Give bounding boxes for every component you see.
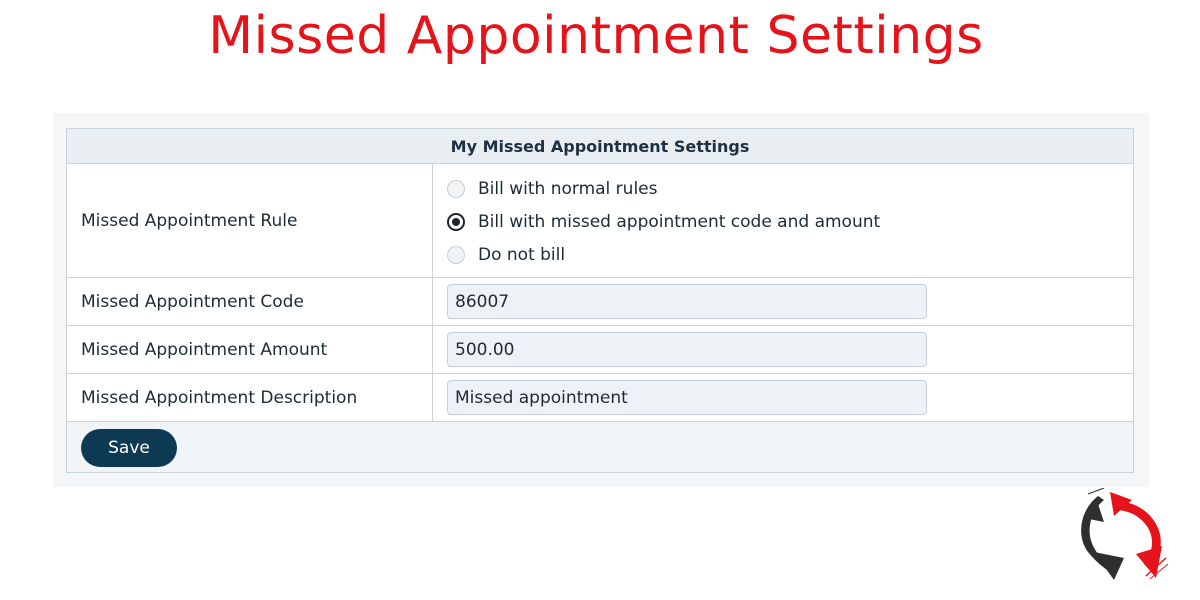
radio-group: Bill with normal rules Bill with missed …	[447, 176, 1133, 266]
code-label: Missed Appointment Code	[66, 277, 433, 326]
description-cell	[432, 373, 1134, 422]
amount-cell	[432, 325, 1134, 374]
settings-header: My Missed Appointment Settings	[66, 128, 1134, 164]
table-footer-row: Save	[66, 421, 1134, 473]
footer-cell: Save	[66, 421, 1134, 473]
radio-label-do-not-bill: Do not bill	[478, 244, 566, 265]
radio-button-do-not-bill[interactable]	[447, 245, 465, 264]
amount-label: Missed Appointment Amount	[66, 325, 433, 374]
description-label: Missed Appointment Description	[66, 373, 433, 422]
radio-button-normal-rules[interactable]	[447, 179, 465, 198]
table-row: Missed Appointment Amount	[66, 325, 1134, 374]
radio-label-normal-rules: Bill with normal rules	[478, 178, 658, 199]
rule-radio-group: Bill with normal rules Bill with missed …	[432, 163, 1134, 278]
logo-speed-line	[1087, 488, 1105, 495]
amount-input[interactable]	[447, 332, 927, 367]
logo-dark-arrowhead-bottom	[1094, 552, 1124, 580]
settings-table: My Missed Appointment Settings Missed Ap…	[66, 128, 1134, 473]
table-row: Missed Appointment Rule Bill with normal…	[66, 163, 1134, 278]
table-row: Missed Appointment Description	[66, 373, 1134, 422]
radio-button-missed-code[interactable]	[447, 212, 465, 231]
radio-label-missed-code: Bill with missed appointment code and am…	[478, 211, 881, 232]
radio-option-do-not-bill[interactable]: Do not bill	[447, 244, 1133, 266]
code-cell	[432, 277, 1134, 326]
radio-option-normal-rules[interactable]: Bill with normal rules	[447, 178, 1133, 200]
table-header-row: My Missed Appointment Settings	[66, 128, 1134, 164]
code-input[interactable]	[447, 284, 927, 319]
save-button[interactable]: Save	[81, 429, 177, 467]
rule-label: Missed Appointment Rule	[66, 163, 433, 278]
page-title: Missed Appointment Settings	[208, 6, 984, 66]
refresh-arrows-logo-icon	[1081, 488, 1169, 580]
page: Missed Appointment Settings My Missed Ap…	[0, 0, 1200, 600]
radio-option-missed-code[interactable]: Bill with missed appointment code and am…	[447, 211, 1133, 233]
table-row: Missed Appointment Code	[66, 277, 1134, 326]
description-input[interactable]	[447, 380, 927, 415]
